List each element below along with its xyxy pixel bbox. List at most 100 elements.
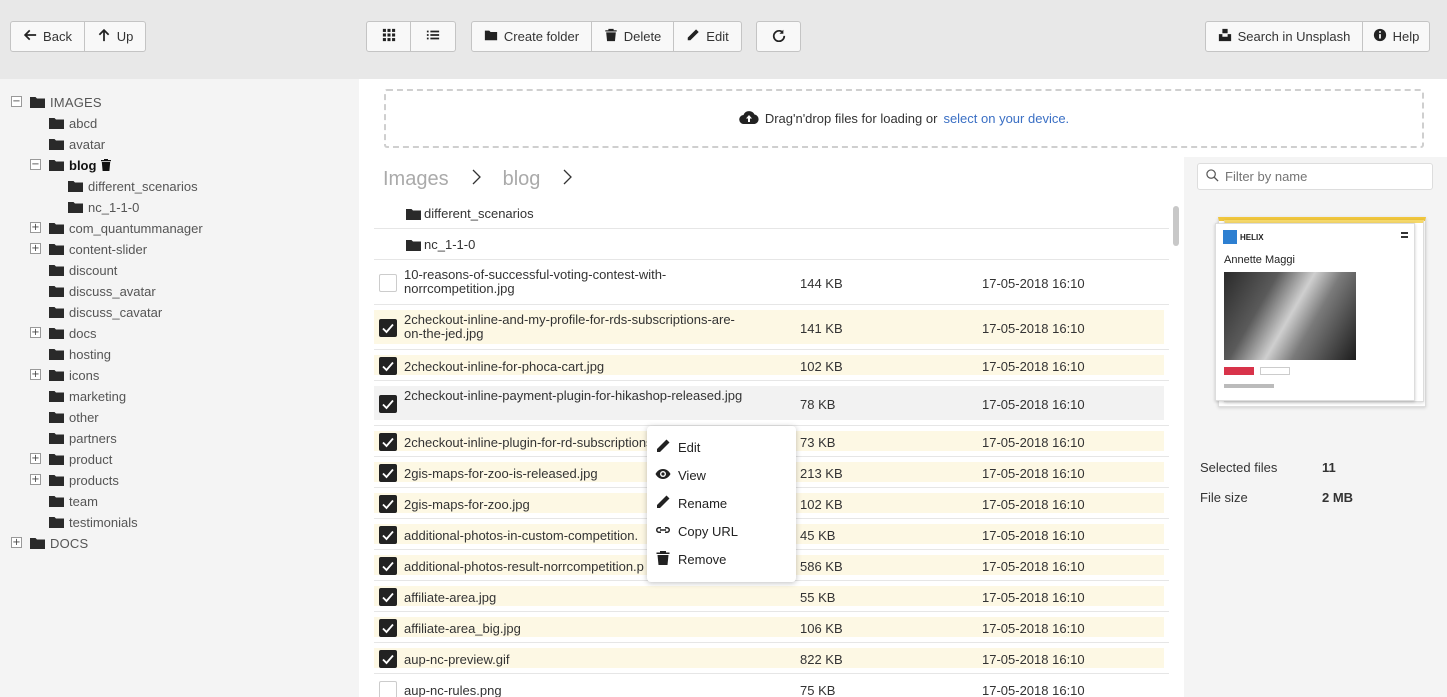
collapse-toggle[interactable]: − bbox=[11, 96, 22, 107]
tree-folder[interactable]: blog bbox=[49, 155, 112, 175]
tree-folder[interactable]: hosting bbox=[49, 344, 111, 364]
trash-icon[interactable] bbox=[96, 159, 112, 171]
context-rename[interactable]: Rename bbox=[655, 493, 727, 513]
filter-input[interactable] bbox=[1225, 169, 1425, 184]
file-row[interactable]: 2checkout-inline-payment-plugin-for-hika… bbox=[374, 381, 1169, 426]
file-checkbox[interactable] bbox=[379, 464, 397, 482]
tree-folder[interactable]: abcd bbox=[49, 113, 97, 133]
folder-icon bbox=[49, 222, 64, 234]
folder-icon bbox=[30, 537, 45, 549]
tree-folder[interactable]: avatar bbox=[49, 134, 105, 154]
file-row[interactable]: affiliate-area_big.jpg 106 KB 17-05-2018 1… bbox=[374, 612, 1169, 643]
context-edit[interactable]: Edit bbox=[655, 437, 700, 457]
folder-row[interactable]: different_scenarios bbox=[374, 198, 1169, 229]
file-date: 17-05-2018 16:10 bbox=[982, 621, 1085, 636]
folder-row[interactable]: nc_1-1-0 bbox=[374, 229, 1169, 260]
tree-folder[interactable]: team bbox=[49, 491, 98, 511]
back-button[interactable]: Back bbox=[10, 21, 85, 52]
file-row[interactable]: aup-nc-preview.gif 822 KB 17-05-2018 16:10 bbox=[374, 643, 1169, 674]
file-checkbox[interactable] bbox=[379, 274, 397, 292]
delete-button[interactable]: Delete bbox=[591, 21, 674, 52]
grid-view-button[interactable] bbox=[366, 21, 411, 52]
file-date: 17-05-2018 16:10 bbox=[982, 683, 1085, 697]
expand-toggle[interactable]: + bbox=[30, 474, 41, 485]
tree-folder[interactable]: partners bbox=[49, 428, 117, 448]
tree-folder[interactable]: com_quantummanager bbox=[49, 218, 203, 238]
file-row[interactable]: 2checkout-inline-for-phoca-cart.jpg 102 K… bbox=[374, 350, 1169, 381]
file-checkbox[interactable] bbox=[379, 495, 397, 513]
up-button[interactable]: Up bbox=[84, 21, 146, 52]
expand-toggle[interactable]: + bbox=[30, 327, 41, 338]
folder-icon bbox=[49, 453, 64, 465]
tree-folder[interactable]: nc_1-1-0 bbox=[68, 197, 139, 217]
tree-folder[interactable]: DOCS bbox=[30, 533, 88, 553]
folder-icon bbox=[49, 264, 64, 276]
breadcrumb-images[interactable]: Images bbox=[383, 168, 449, 191]
file-row[interactable]: affiliate-area.jpg 55 KB 17-05-2018 16:10 bbox=[374, 581, 1169, 612]
nav-group: Back Up bbox=[10, 21, 146, 52]
file-checkbox[interactable] bbox=[379, 357, 397, 375]
tree-folder[interactable]: discount bbox=[49, 260, 117, 280]
tree-folder[interactable]: marketing bbox=[49, 386, 126, 406]
tree-folder[interactable]: discuss_avatar bbox=[49, 281, 156, 301]
file-checkbox[interactable] bbox=[379, 433, 397, 451]
selected-files-info: Selected files 11 bbox=[1200, 460, 1336, 475]
expand-toggle[interactable]: + bbox=[30, 243, 41, 254]
file-date: 17-05-2018 16:10 bbox=[982, 397, 1085, 412]
folder-icon bbox=[484, 28, 498, 45]
file-checkbox[interactable] bbox=[379, 650, 397, 668]
upload-dropzone[interactable]: Drag'n'drop files for loading or select … bbox=[384, 89, 1424, 148]
expand-toggle[interactable]: + bbox=[30, 222, 41, 233]
file-checkbox[interactable] bbox=[379, 588, 397, 606]
tree-folder[interactable]: docs bbox=[49, 323, 96, 343]
tree-folder[interactable]: content-slider bbox=[49, 239, 147, 259]
file-checkbox[interactable] bbox=[379, 395, 397, 413]
help-button[interactable]: Help bbox=[1362, 21, 1430, 52]
file-checkbox[interactable] bbox=[379, 526, 397, 544]
tree-folder[interactable]: IMAGES bbox=[30, 92, 102, 112]
create-folder-button[interactable]: Create folder bbox=[471, 21, 592, 52]
file-checkbox[interactable] bbox=[379, 681, 397, 697]
breadcrumb-blog[interactable]: blog bbox=[503, 168, 541, 191]
tree-folder[interactable]: discuss_cavatar bbox=[49, 302, 162, 322]
expand-toggle[interactable]: + bbox=[11, 537, 22, 548]
eye-icon bbox=[655, 466, 671, 485]
helix-logo-icon bbox=[1223, 230, 1237, 244]
file-date: 17-05-2018 16:10 bbox=[982, 497, 1085, 512]
view-group bbox=[366, 21, 456, 52]
search-unsplash-button[interactable]: Search in Unsplash bbox=[1205, 21, 1363, 52]
filter-by-name-field[interactable] bbox=[1197, 163, 1433, 190]
pencil-icon bbox=[655, 494, 671, 513]
file-checkbox[interactable] bbox=[379, 619, 397, 637]
expand-toggle[interactable]: + bbox=[30, 453, 41, 464]
info-icon bbox=[1373, 28, 1387, 45]
folder-icon bbox=[68, 180, 83, 192]
select-on-device-link[interactable]: select on your device. bbox=[943, 111, 1069, 126]
context-menu: Edit View Rename Copy URL Remove bbox=[647, 426, 796, 582]
refresh-button[interactable] bbox=[756, 21, 801, 52]
file-checkbox[interactable] bbox=[379, 319, 397, 337]
context-view[interactable]: View bbox=[655, 465, 706, 485]
collapse-toggle[interactable]: − bbox=[30, 159, 41, 170]
expand-toggle[interactable]: + bbox=[30, 369, 41, 380]
file-row[interactable]: 2checkout-inline-and-my-profile-for-rds-… bbox=[374, 305, 1169, 350]
tree-folder[interactable]: product bbox=[49, 449, 112, 469]
context-copy-url[interactable]: Copy URL bbox=[655, 521, 738, 541]
cloud-upload-icon bbox=[739, 110, 759, 127]
file-list-scrollbar[interactable] bbox=[1171, 202, 1181, 697]
tree-folder[interactable]: testimonials bbox=[49, 512, 138, 532]
tree-folder[interactable]: products bbox=[49, 470, 119, 490]
folder-icon bbox=[406, 208, 421, 220]
file-row[interactable]: aup-nc-rules.png 75 KB 17-05-2018 16:10 bbox=[374, 674, 1169, 697]
tree-folder[interactable]: icons bbox=[49, 365, 99, 385]
file-date: 17-05-2018 16:10 bbox=[982, 466, 1085, 481]
file-size: 45 KB bbox=[800, 528, 836, 543]
list-view-button[interactable] bbox=[410, 21, 456, 52]
tree-folder[interactable]: different_scenarios bbox=[68, 176, 198, 196]
file-row[interactable]: 10-reasons-of-successful-voting-contest-… bbox=[374, 260, 1169, 305]
tree-folder[interactable]: other bbox=[49, 407, 99, 427]
context-remove[interactable]: Remove bbox=[655, 549, 726, 569]
edit-button[interactable]: Edit bbox=[673, 21, 742, 52]
folder-icon bbox=[49, 285, 64, 297]
file-checkbox[interactable] bbox=[379, 557, 397, 575]
